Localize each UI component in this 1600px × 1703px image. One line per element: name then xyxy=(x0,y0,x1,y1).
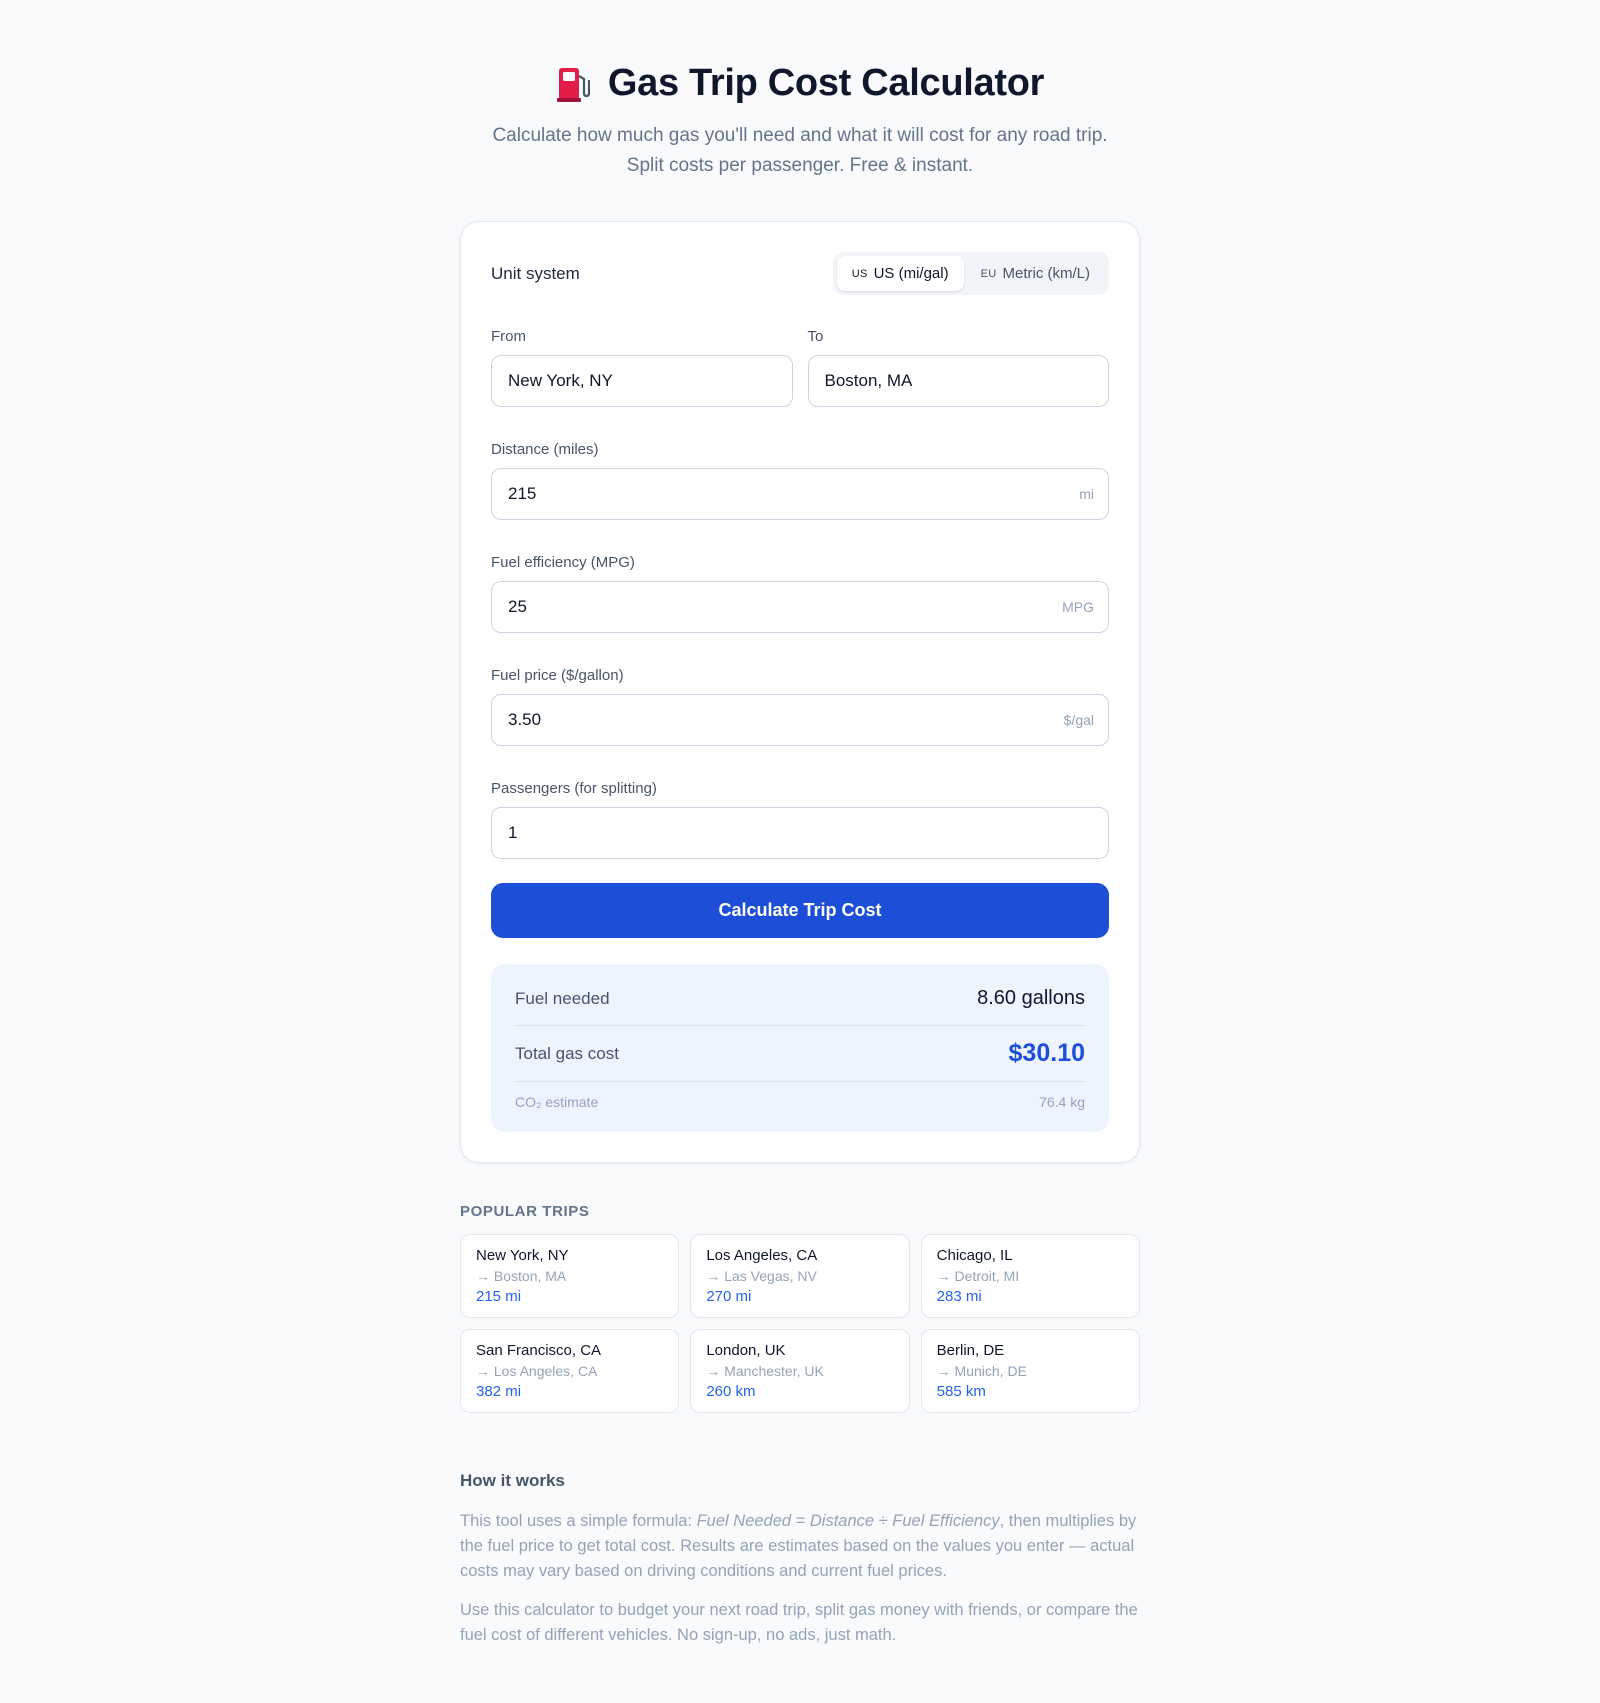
passengers-box xyxy=(491,807,1109,859)
formula-intro: This tool uses a simple formula: xyxy=(460,1512,697,1530)
passengers-input[interactable] xyxy=(492,808,1108,858)
popular-trips-grid: New York, NY → Boston, MA 215 mi Los Ang… xyxy=(460,1234,1140,1413)
efficiency-suffix: MPG xyxy=(1062,599,1094,615)
trip-card-sf-la[interactable]: San Francisco, CA → Los Angeles, CA 382 … xyxy=(460,1329,680,1413)
results-panel: Fuel needed 8.60 gallons Total gas cost … xyxy=(491,964,1109,1132)
total-cost-label: Total gas cost xyxy=(515,1043,619,1063)
trip-card-nyc-boston[interactable]: New York, NY → Boston, MA 215 mi xyxy=(460,1234,680,1318)
trip-to: → Boston, MA xyxy=(476,1268,567,1284)
passengers-label: Passengers (for splitting) xyxy=(491,780,657,797)
trip-to: → Detroit, MI xyxy=(936,1268,1020,1284)
how-it-works-title: How it works xyxy=(460,1471,565,1490)
trip-from: Chicago, IL xyxy=(936,1247,1013,1264)
subtitle-line-2: Split costs per passenger. Free & instan… xyxy=(626,155,974,176)
price-box: $/gal xyxy=(491,694,1109,746)
how-it-works-section: How it works This tool uses a simple for… xyxy=(460,1471,1140,1648)
unit-system-label: Unit system xyxy=(491,263,580,283)
fuel-needed-value: 8.60 gallons xyxy=(977,987,1085,1009)
to-label: To xyxy=(807,328,824,345)
from-input[interactable] xyxy=(492,356,792,406)
calculate-button[interactable]: Calculate Trip Cost xyxy=(491,883,1109,938)
distance-suffix: mi xyxy=(1079,486,1094,502)
distance-group: Distance (miles) mi xyxy=(491,441,1109,520)
trip-distance: 215 mi xyxy=(476,1288,522,1305)
price-suffix: $/gal xyxy=(1063,712,1094,728)
trip-distance: 382 mi xyxy=(476,1383,522,1400)
distance-label: Distance (miles) xyxy=(491,441,599,458)
formula-text: Fuel Needed = Distance ÷ Fuel Efficiency xyxy=(696,1512,1000,1530)
page-container: Gas Trip Cost Calculator Calculate how m… xyxy=(460,0,1140,1648)
trip-from: Los Angeles, CA xyxy=(706,1247,818,1264)
from-group: From xyxy=(491,328,793,407)
page-header: Gas Trip Cost Calculator Calculate how m… xyxy=(460,62,1140,181)
price-input[interactable] xyxy=(492,695,1108,745)
subtitle-line-1: Calculate how much gas you'll need and w… xyxy=(492,125,1108,146)
unit-us-label: US (mi/gal) xyxy=(873,265,949,282)
distance-box: mi xyxy=(491,468,1109,520)
how-it-works-paragraph-1: This tool uses a simple formula: Fuel Ne… xyxy=(460,1509,1140,1584)
trip-from: New York, NY xyxy=(476,1247,569,1264)
trip-distance: 260 km xyxy=(706,1383,756,1400)
trip-to: → Munich, DE xyxy=(936,1363,1027,1379)
total-cost-value: $30.10 xyxy=(1008,1039,1085,1067)
trip-distance: 585 km xyxy=(936,1383,986,1400)
trip-distance: 270 mi xyxy=(706,1288,752,1305)
co2-label: CO₂ estimate xyxy=(515,1094,599,1110)
price-group: Fuel price ($/gallon) $/gal xyxy=(491,667,1109,746)
distance-input[interactable] xyxy=(492,469,1108,519)
fuel-needed-row: Fuel needed 8.60 gallons xyxy=(515,972,1085,1026)
eu-flag-icon: EU xyxy=(980,267,997,280)
total-cost-row: Total gas cost $30.10 xyxy=(515,1026,1085,1082)
trip-to: → Las Vegas, NV xyxy=(706,1268,817,1284)
unit-us-button[interactable]: US US (mi/gal) xyxy=(836,256,964,291)
to-input[interactable] xyxy=(808,356,1108,406)
efficiency-label: Fuel efficiency (MPG) xyxy=(491,554,635,571)
from-label: From xyxy=(491,328,526,345)
page-title: Gas Trip Cost Calculator xyxy=(607,62,1045,104)
co2-value: 76.4 kg xyxy=(1039,1094,1085,1110)
fuel-pump-icon xyxy=(556,64,590,104)
trip-to: → Manchester, UK xyxy=(706,1363,824,1379)
trip-card-la-vegas[interactable]: Los Angeles, CA → Las Vegas, NV 270 mi xyxy=(690,1234,910,1318)
popular-trips-title: POPULAR TRIPS xyxy=(460,1203,590,1220)
page-subtitle: Calculate how much gas you'll need and w… xyxy=(460,121,1140,181)
trip-card-chicago-detroit[interactable]: Chicago, IL → Detroit, MI 283 mi xyxy=(920,1234,1140,1318)
efficiency-group: Fuel efficiency (MPG) MPG xyxy=(491,554,1109,633)
trip-card-berlin-munich[interactable]: Berlin, DE → Munich, DE 585 km xyxy=(920,1329,1140,1413)
unit-metric-button[interactable]: EU Metric (km/L) xyxy=(966,256,1105,291)
title-row: Gas Trip Cost Calculator xyxy=(460,62,1140,105)
trip-to: → Los Angeles, CA xyxy=(476,1363,598,1379)
how-it-works-paragraph-2: Use this calculator to budget your next … xyxy=(460,1601,1138,1644)
passengers-group: Passengers (for splitting) xyxy=(491,780,1109,859)
unit-toggle: US US (mi/gal) EU Metric (km/L) xyxy=(832,252,1109,295)
efficiency-box: MPG xyxy=(491,581,1109,633)
trip-distance: 283 mi xyxy=(936,1288,982,1305)
us-flag-icon: US xyxy=(851,267,868,280)
route-row: From To xyxy=(491,328,1109,407)
trip-from: San Francisco, CA xyxy=(476,1342,602,1359)
calculator-card: Unit system US US (mi/gal) EU Metric (km… xyxy=(460,221,1140,1163)
price-label: Fuel price ($/gallon) xyxy=(491,667,624,684)
co2-row: CO₂ estimate 76.4 kg xyxy=(515,1082,1085,1122)
unit-system-row: Unit system US US (mi/gal) EU Metric (km… xyxy=(491,252,1109,295)
trip-from: London, UK xyxy=(706,1342,786,1359)
trip-from: Berlin, DE xyxy=(936,1342,1005,1359)
efficiency-input[interactable] xyxy=(492,582,1108,632)
to-group: To xyxy=(807,328,1109,407)
unit-metric-label: Metric (km/L) xyxy=(1002,265,1091,282)
from-box xyxy=(491,355,793,407)
to-box xyxy=(807,355,1109,407)
fuel-needed-label: Fuel needed xyxy=(515,988,610,1008)
trip-card-london-manchester[interactable]: London, UK → Manchester, UK 260 km xyxy=(690,1329,910,1413)
